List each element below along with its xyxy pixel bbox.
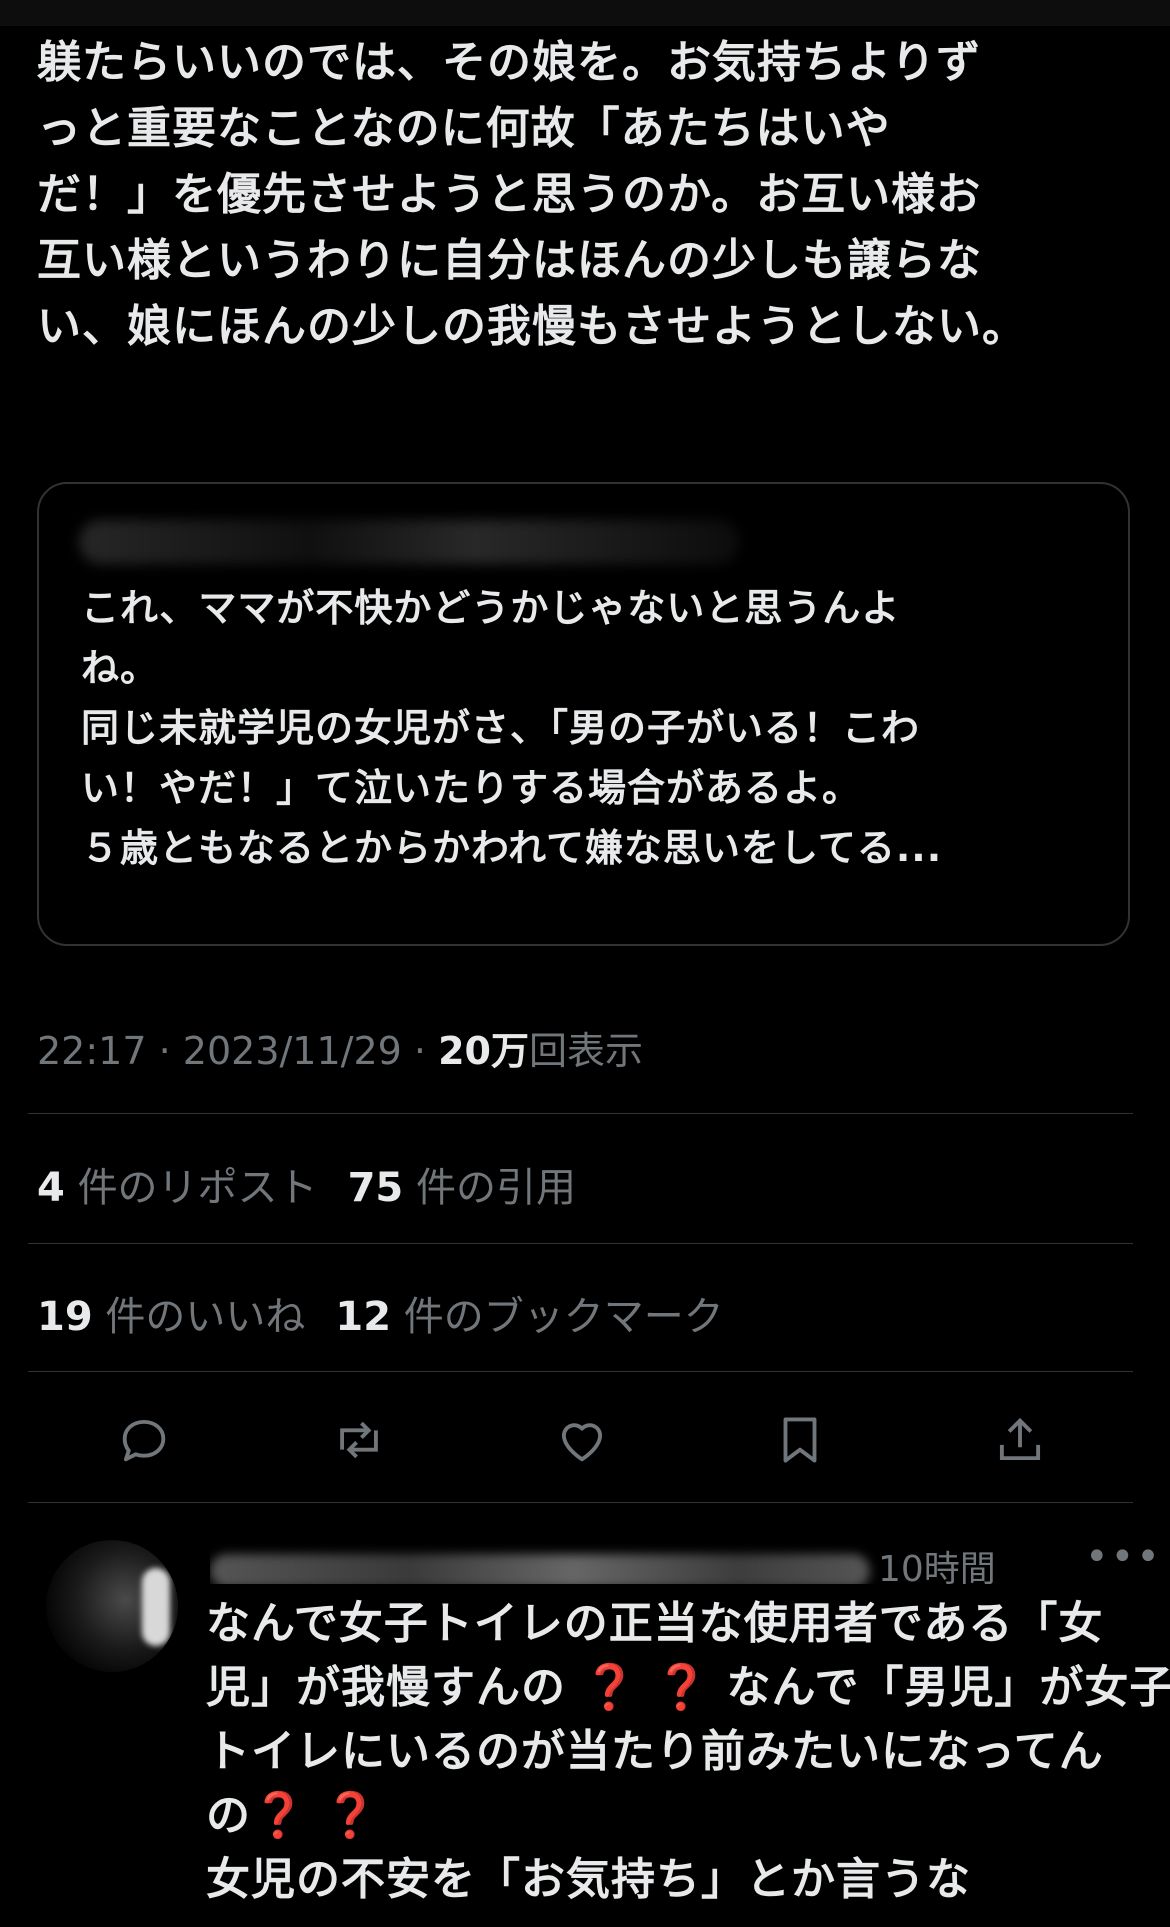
reply-text-segment: の <box>206 1790 251 1841</box>
bookmarks-stat[interactable]: 12 件のブックマーク <box>335 1294 723 1340</box>
tweet-text-line: い、娘にほんの少しの我慢もさせようとしない。 <box>37 301 1027 352</box>
avatar[interactable] <box>46 1540 178 1672</box>
quoted-tweet-author-redacted <box>79 520 739 564</box>
meta-separator: · <box>158 1029 171 1073</box>
bookmark-button[interactable] <box>768 1408 832 1472</box>
quoted-tweet-text: これ、ママが不快かどうかじゃないと思うんよ ね。 同じ未就学児の女児がさ、「男の… <box>81 578 1101 878</box>
divider <box>28 1113 1133 1114</box>
tweet-text-line: だ！」を優先させようと思うのか。お互い様お <box>37 169 982 220</box>
reply-text-segment: 児」が我慢すんの <box>206 1662 566 1713</box>
reply-text-line: 児」が我慢すんの ❓ ❓ なんで「男児」が女子 <box>206 1656 1170 1720</box>
reply-time: 10時間 <box>878 1549 996 1584</box>
reply-text-line: 女児の不安を「お気持ち」とか言うな <box>206 1854 971 1905</box>
reposts-stat[interactable]: 4 件のリポスト <box>37 1165 318 1211</box>
views-label[interactable]: 回表示 <box>529 1029 643 1073</box>
reply-tweet[interactable]: 10時間 ••• なんで女子トイレの正当な使用者である「女 児」が我慢すんの ❓… <box>0 1500 1170 1927</box>
quotes-count: 75 <box>347 1165 404 1211</box>
share-icon <box>999 1417 1041 1461</box>
quoted-tweet-line: い！やだ！」て泣いたりする場合があるよ。 <box>81 766 862 810</box>
reply-text-segment: なんで「男児」が女子 <box>726 1662 1170 1713</box>
tweet-text-line: 躾たらいいのでは、その娘を。お気持ちよりず <box>37 37 982 88</box>
reply-icon <box>122 1419 166 1462</box>
bookmark-icon <box>783 1417 817 1463</box>
reply-text: なんで女子トイレの正当な使用者である「女 児」が我慢すんの ❓ ❓ なんで「男児… <box>206 1592 1170 1912</box>
likes-count: 19 <box>37 1294 93 1340</box>
tweet-text-line: っと重要なことなのに何故「あたちはいや <box>37 103 891 154</box>
tweet-time: 22:17 <box>37 1029 147 1073</box>
tweet-text-line: 互い様というわりに自分はほんの少しも譲らな <box>37 235 982 286</box>
quoted-tweet-line: これ、ママが不快かどうかじゃないと思うんよ <box>81 586 901 630</box>
reply-button[interactable] <box>112 1408 176 1472</box>
tweet-text: 躾たらいいのでは、その娘を。お気持ちよりず っと重要なことなのに何故「あたちはい… <box>37 30 1137 360</box>
reply-text-line: なんで女子トイレの正当な使用者である「女 <box>206 1598 1104 1649</box>
quoted-tweet-card[interactable]: これ、ママが不快かどうかじゃないと思うんよ ね。 同じ未就学児の女児がさ、「男の… <box>37 482 1130 946</box>
like-icon <box>561 1423 603 1462</box>
tweet-meta: 22:17 · 2023/11/29 · 20万回表示 <box>37 1020 643 1075</box>
quoted-tweet-line: ５歳ともなるとからかわれて嫌な思いをしてる... <box>81 826 943 870</box>
stats-row-likes: 19 件のいいね 12 件のブックマーク <box>37 1284 724 1342</box>
likes-label: 件のいいね <box>105 1294 306 1340</box>
reply-text-line: トイレにいるのが当たり前みたいになってん <box>206 1726 1104 1777</box>
repost-button[interactable] <box>327 1408 391 1472</box>
reposts-label: 件のリポスト <box>77 1165 318 1211</box>
bookmarks-label: 件のブックマーク <box>403 1294 724 1340</box>
reply-author-header: 10時間 <box>210 1540 1020 1584</box>
quoted-tweet-line: ね。 <box>81 646 160 690</box>
views-count: 20万 <box>438 1029 529 1073</box>
reply-author-redacted <box>210 1554 870 1584</box>
quoted-tweet-line: 同じ未就学児の女児がさ、「男の子がいる！こわ <box>81 706 921 750</box>
like-button[interactable] <box>550 1408 614 1472</box>
reposts-count: 4 <box>37 1165 65 1211</box>
divider <box>28 1243 1133 1244</box>
divider <box>28 1371 1133 1372</box>
stats-row-reposts: 4 件のリポスト 75 件の引用 <box>37 1155 576 1213</box>
more-options-icon[interactable]: ••• <box>1085 1537 1162 1577</box>
question-mark-emoji: ❓ ❓ <box>251 1790 379 1841</box>
question-mark-emoji: ❓ ❓ <box>582 1662 711 1713</box>
quotes-label: 件の引用 <box>415 1165 576 1211</box>
repost-icon <box>340 1421 378 1459</box>
quotes-stat[interactable]: 75 件の引用 <box>348 1165 576 1211</box>
share-button[interactable] <box>988 1408 1052 1472</box>
action-bar <box>0 1390 1170 1490</box>
likes-stat[interactable]: 19 件のいいね <box>37 1294 305 1340</box>
top-bar <box>0 0 1170 26</box>
meta-separator: · <box>413 1029 427 1073</box>
reply-text-line: の❓ ❓ <box>206 1784 1146 1848</box>
tweet-date: 2023/11/29 <box>182 1029 402 1073</box>
bookmarks-count: 12 <box>335 1294 392 1340</box>
